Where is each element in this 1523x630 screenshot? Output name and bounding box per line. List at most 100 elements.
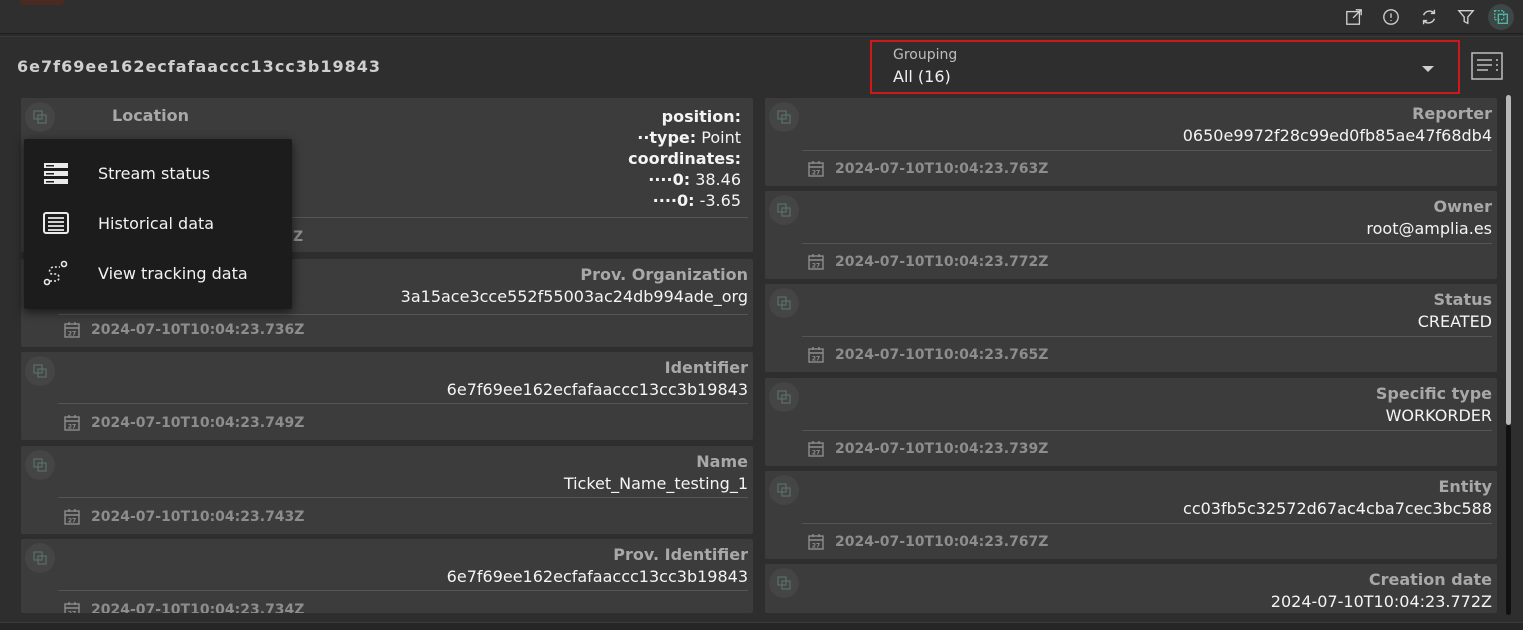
timestamp-text: 2024-07-10T10:04:23.765Z [835,347,1049,363]
document-view-button[interactable] [1470,51,1504,81]
menu-item-label: Historical data [98,213,215,233]
svg-text:27: 27 [68,331,76,338]
attribute-title: Reporter [1412,104,1492,123]
attribute-card-owner: Owner root@amplia.es 27 2024-07-10T10:04… [765,191,1497,279]
svg-text:27: 27 [68,424,76,431]
entity-id-title: 6e7f69ee162ecfafaaccc13cc3b19843 [17,57,382,76]
timestamp-text: 2024-07-10T10:04:23.749Z [91,415,305,431]
copy-icon[interactable] [769,288,799,318]
copy-icon[interactable] [25,102,55,132]
document-icon [1471,52,1503,80]
calendar-icon: 27 [808,534,824,550]
menu-item-stream-status[interactable]: Stream status [24,150,292,196]
timestamp-text: 2024-07-10T10:04:23.739Z [835,441,1049,457]
timestamp-text: 2024-07-10T10:04:23.772Z [835,254,1049,270]
attribute-value: Ticket_Name_testing_1 [563,474,748,493]
attribute-value: cc03fb5c32572d67ac4cba7cec3bc588 [1183,499,1492,518]
divider [802,150,1492,151]
menu-item-historical-data[interactable]: Historical data [24,200,292,246]
coord1-value: -3.65 [699,191,741,210]
bottom-bar [0,622,1523,630]
timestamp-text: 2024-07-10T10:04:23.743Z [91,509,305,525]
divider [802,336,1492,337]
copy-icon[interactable] [769,382,799,412]
timestamp: 27 2024-07-10T10:04:23.734Z [63,601,304,613]
copy-icon[interactable] [769,195,799,225]
menu-item-label: Stream status [98,163,211,183]
timestamp: 27 2024-07-10T10:04:23.749Z [63,414,304,432]
attribute-card-name: Name Ticket_Name_testing_1 27 2024-07-10… [21,446,753,534]
attribute-card-status: Status CREATED 27 2024-07-10T10:04:23.76… [765,284,1497,372]
timestamp: 27 2024-07-10T10:04:23.767Z [807,533,1048,551]
divider [58,497,748,498]
coord0-value: 38.46 [695,170,741,189]
divider [58,403,748,404]
copy-icon[interactable] [25,543,55,573]
filter-icon[interactable] [1455,6,1477,28]
attribute-value: 2024-07-10T10:04:23.772Z [1270,592,1492,611]
divider [58,590,748,591]
svg-text:27: 27 [812,263,820,270]
divider [802,243,1492,244]
copy-icon[interactable] [769,475,799,505]
type-value: Point [701,128,741,147]
location-title: Location [112,106,189,125]
timestamp: 27 2024-07-10T10:04:23.736Z [63,321,304,339]
attribute-title: Prov. Identifier [613,545,748,564]
calendar-icon: 27 [808,254,824,270]
coord0-key: ····0: [648,170,691,189]
svg-text:27: 27 [68,611,76,614]
chevron-down-icon [1422,66,1434,72]
position-label: position: [661,107,741,126]
copy-icon[interactable] [25,356,55,386]
attribute-card-entity: Entity cc03fb5c32572d67ac4cba7cec3bc588 … [765,471,1497,559]
location-position: position: ··type: Point coordinates: ···… [628,106,741,211]
copy-icon[interactable] [1488,4,1514,30]
attribute-value: 6e7f69ee162ecfafaaccc13cc3b19843 [446,380,748,399]
grouping-label: Grouping [893,47,958,63]
scrollbar-thumb[interactable] [1506,95,1511,425]
timestamp: 27 2024-07-10T10:04:23.772Z [807,253,1048,271]
type-key: ··type: [637,128,697,147]
attribute-value: 6e7f69ee162ecfafaaccc13cc3b19843 [446,567,748,586]
coord1-key: ····0: [652,191,695,210]
copy-icon[interactable] [25,450,55,480]
timestamp-text: 2024-07-10T10:04:23.734Z [91,602,305,613]
divider [58,314,748,315]
attribute-card-reporter: Reporter 0650e9972f28c99ed0fb85ae47f68db… [765,98,1497,186]
attribute-value: root@amplia.es [1366,219,1492,238]
attribute-card-identifier: Identifier 6e7f69ee162ecfafaaccc13cc3b19… [21,352,753,440]
svg-text:27: 27 [812,356,820,363]
attribute-title: Owner [1433,197,1492,216]
timestamp: 27 2024-07-10T10:04:23.743Z [63,508,304,526]
scrollbar-track[interactable] [1506,425,1511,615]
svg-text:27: 27 [812,450,820,457]
context-menu: Stream status Historical data View track… [24,139,292,309]
divider [802,523,1492,524]
calendar-icon: 27 [808,161,824,177]
attribute-title: Creation date [1368,570,1492,589]
copy-icon[interactable] [769,102,799,132]
window-tab-indicator [20,0,64,5]
refresh-icon[interactable] [1418,6,1440,28]
copy-icon[interactable] [769,568,799,598]
attribute-title: Prov. Organization [580,265,748,284]
attribute-card-prov-identifier: Prov. Identifier 6e7f69ee162ecfafaaccc13… [21,539,753,613]
attribute-card-creation-date: Creation date 2024-07-10T10:04:23.772Z [765,564,1497,613]
stream-status-icon [44,163,68,184]
calendar-icon: 27 [64,602,80,614]
export-icon[interactable] [1343,6,1365,28]
calendar-icon: 27 [808,347,824,363]
grouping-select[interactable]: Grouping All (16) [870,40,1460,94]
timestamp-text: 2024-07-10T10:04:23.767Z [835,534,1049,550]
attribute-value: WORKORDER [1385,406,1492,425]
info-icon[interactable] [1380,6,1402,28]
divider [802,430,1492,431]
attribute-value: CREATED [1417,312,1492,331]
attribute-title: Entity [1438,477,1492,496]
coordinates-label: coordinates: [628,149,741,168]
calendar-icon: 27 [64,509,80,525]
menu-item-view-tracking-data[interactable]: View tracking data [24,250,292,296]
calendar-icon: 27 [808,441,824,457]
timestamp: 27 2024-07-10T10:04:23.765Z [807,346,1048,364]
